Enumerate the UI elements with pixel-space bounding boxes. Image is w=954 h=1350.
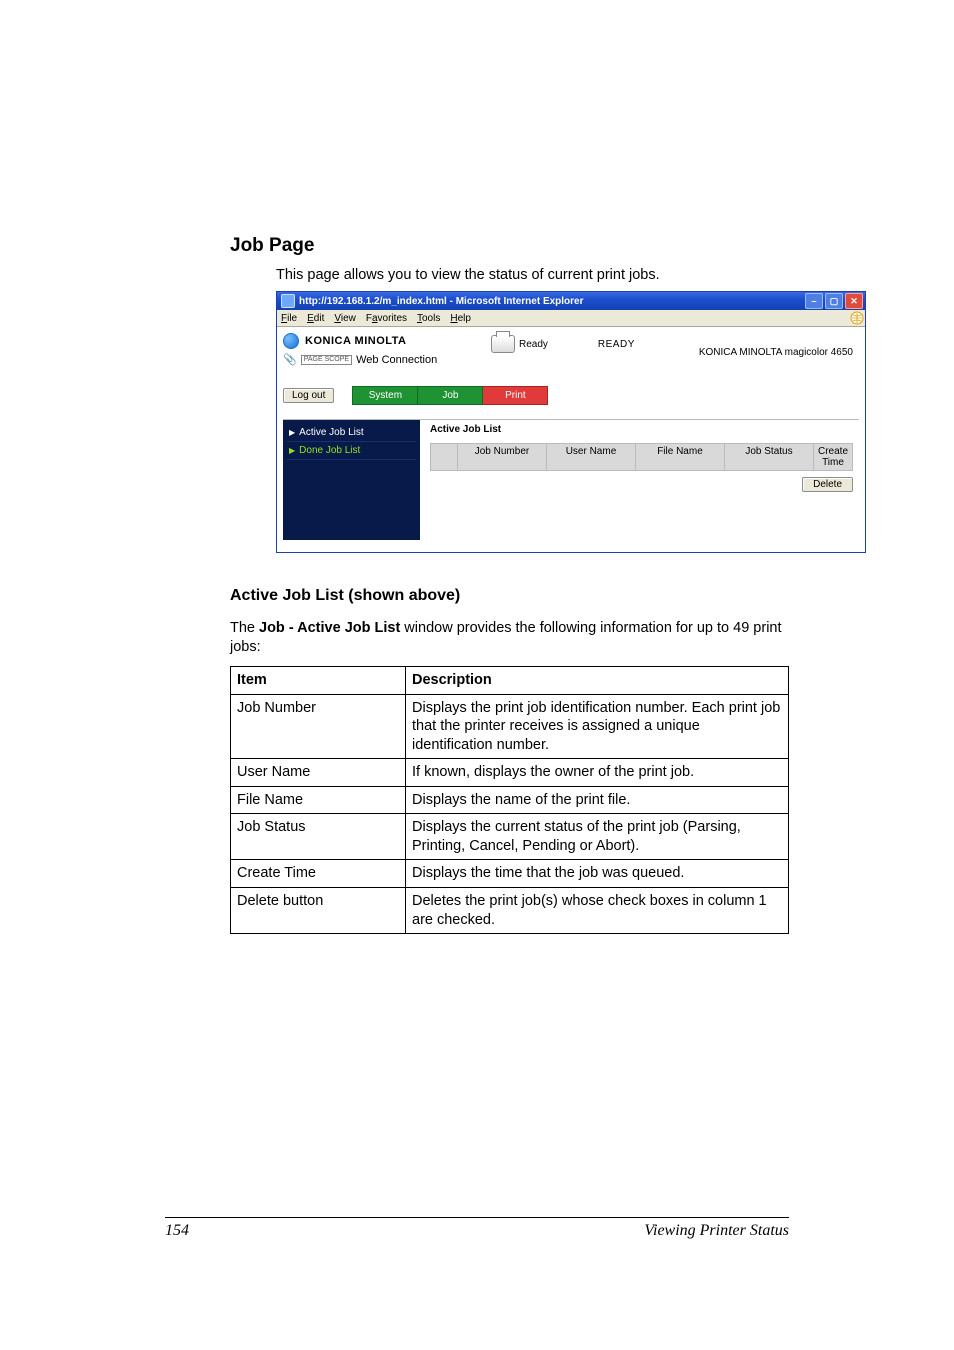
desc-item-cell: Job Number: [231, 694, 406, 759]
desc-head-desc: Description: [406, 667, 789, 695]
browser-body: KONICA MINOLTA 📎 PAGE SCOPE Web Connecti…: [277, 327, 865, 552]
intro-text: This page allows you to view the status …: [230, 267, 789, 283]
column-user-name: User Name: [547, 444, 636, 470]
desc-item-cell: User Name: [231, 759, 406, 787]
desc-head-item: Item: [231, 667, 406, 695]
table-row: Delete button Deletes the print job(s) w…: [231, 888, 789, 934]
column-checkbox: [431, 444, 458, 470]
pagescope-line: 📎 PAGE SCOPE Web Connection: [283, 353, 483, 366]
subsection-title: Active Job List (shown above): [230, 587, 789, 605]
ie-icon: [281, 294, 295, 308]
logout-button[interactable]: Log out: [283, 388, 334, 403]
desc-desc-cell: Displays the time that the job was queue…: [406, 860, 789, 888]
table-row: User Name If known, displays the owner o…: [231, 759, 789, 787]
desc-item-cell: File Name: [231, 786, 406, 814]
menu-tools[interactable]: Tools: [417, 313, 440, 324]
desc-item-cell: Job Status: [231, 814, 406, 860]
browser-menubar: File Edit View Favorites Tools Help: [277, 310, 865, 327]
pagescope-badge: PAGE SCOPE: [301, 355, 352, 365]
menu-help[interactable]: Help: [450, 313, 471, 324]
printer-icon: [491, 335, 515, 353]
browser-window: http://192.168.1.2/m_index.html - Micros…: [276, 291, 866, 553]
job-table-header: Job Number User Name File Name Job Statu…: [430, 443, 853, 471]
column-job-number: Job Number: [458, 444, 547, 470]
desc-item-cell: Create Time: [231, 860, 406, 888]
menu-edit[interactable]: Edit: [307, 313, 324, 324]
desc-desc-cell: If known, displays the owner of the prin…: [406, 759, 789, 787]
menu-view[interactable]: View: [334, 313, 356, 324]
brand-logo: KONICA MINOLTA: [283, 333, 483, 349]
subsection-intro: The Job - Active Job List window provide…: [230, 619, 789, 656]
tab-print[interactable]: Print: [483, 386, 548, 405]
desc-desc-cell: Displays the print job identification nu…: [406, 694, 789, 759]
ready-small-label: Ready: [519, 339, 548, 350]
desc-item-cell: Delete button: [231, 888, 406, 934]
main-panel-title: Active Job List: [430, 424, 853, 435]
desc-desc-cell: Deletes the print job(s) whose check box…: [406, 888, 789, 934]
table-row: Job Number Displays the print job identi…: [231, 694, 789, 759]
sidebar: ▶ Active Job List ▶ Done Job List: [283, 420, 420, 540]
browser-title-text: http://192.168.1.2/m_index.html - Micros…: [299, 296, 805, 307]
menu-file[interactable]: File: [281, 313, 297, 324]
page-number: 154: [165, 1222, 189, 1240]
ie-logo-icon: [849, 311, 865, 325]
desc-desc-cell: Displays the current status of the print…: [406, 814, 789, 860]
delete-button[interactable]: Delete: [802, 477, 853, 492]
browser-titlebar: http://192.168.1.2/m_index.html - Micros…: [277, 292, 865, 310]
arrow-right-icon: ▶: [289, 428, 295, 437]
table-row: File Name Displays the name of the print…: [231, 786, 789, 814]
desc-desc-cell: Displays the name of the print file.: [406, 786, 789, 814]
brand-dot-icon: [283, 333, 299, 349]
column-file-name: File Name: [636, 444, 725, 470]
sidebar-item-label: Done Job List: [299, 445, 360, 456]
table-row: Job Status Displays the current status o…: [231, 814, 789, 860]
pagescope-text: Web Connection: [356, 354, 437, 366]
close-button[interactable]: ✕: [845, 293, 863, 309]
model-label: KONICA MINOLTA magicolor 4650: [699, 333, 859, 358]
tab-job[interactable]: Job: [418, 386, 483, 405]
arrow-right-icon: ▶: [289, 446, 295, 455]
sidebar-item-done-job-list[interactable]: ▶ Done Job List: [287, 442, 416, 460]
minimize-button[interactable]: –: [805, 293, 823, 309]
maximize-button[interactable]: ▢: [825, 293, 843, 309]
table-row: Create Time Displays the time that the j…: [231, 860, 789, 888]
tab-bar: System Job Print: [352, 386, 548, 405]
ready-big-label: READY: [598, 339, 635, 350]
footer-title: Viewing Printer Status: [644, 1222, 789, 1240]
sidebar-item-label: Active Job List: [299, 427, 363, 438]
column-create-time: Create Time: [814, 444, 852, 470]
page-footer: 154 Viewing Printer Status: [165, 1217, 789, 1240]
menu-favorites[interactable]: Favorites: [366, 313, 407, 324]
sidebar-item-active-job-list[interactable]: ▶ Active Job List: [287, 424, 416, 442]
column-job-status: Job Status: [725, 444, 814, 470]
main-panel: Active Job List Job Number User Name Fil…: [420, 420, 859, 540]
section-title: Job Page: [230, 235, 789, 257]
brand-text: KONICA MINOLTA: [305, 335, 407, 347]
tab-system[interactable]: System: [352, 386, 418, 405]
description-table: Item Description Job Number Displays the…: [230, 666, 789, 934]
